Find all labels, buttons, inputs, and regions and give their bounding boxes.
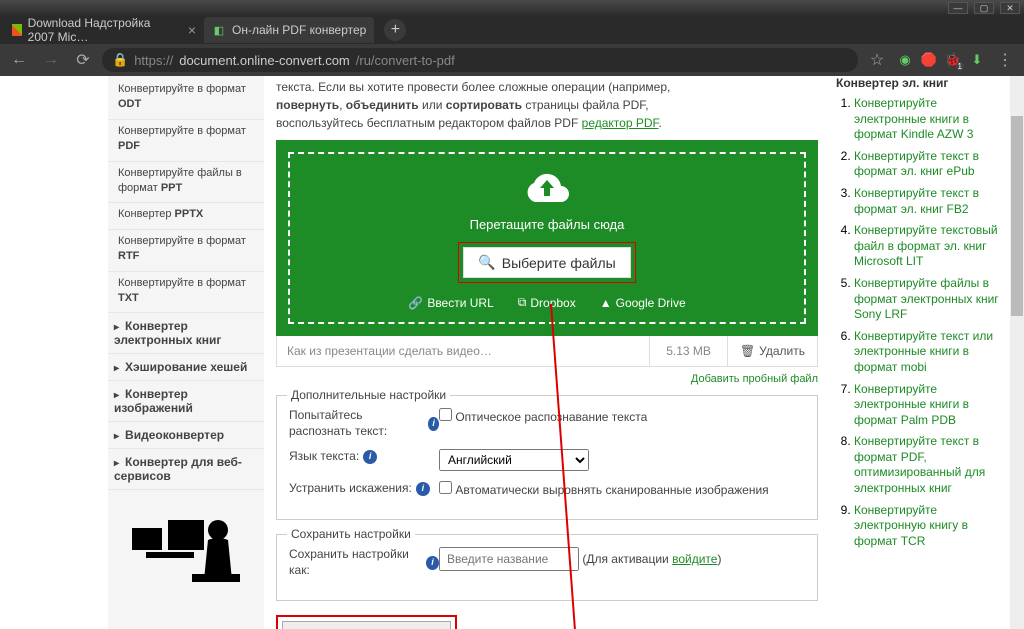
ebook-converter-link: Конвертируйте электронную книгу в формат… [854,503,1002,550]
select-files-button[interactable]: 🔍 Выберите файлы [463,247,630,278]
deskew-checkbox[interactable] [439,481,452,494]
delete-file-button[interactable]: 🗑Удалить [728,336,817,366]
save-settings-fieldset: Сохранить настройки Сохранить настройки … [276,534,818,601]
ebook-converter-link: Конвертируйте текст в формат PDF, оптими… [854,434,1002,496]
sidebar-category[interactable]: Конвертер для веб-сервисов [108,449,264,490]
menu-button[interactable]: ⋮ [992,47,1018,73]
trash-icon: 🗑 [740,344,755,358]
nav-forward-button[interactable]: → [38,47,64,73]
sidebar-category[interactable]: Видеоконвертер [108,422,264,449]
tab-bar: Download Надстройка 2007 Mic… × ◧ Он-лай… [0,16,1024,44]
save-legend: Сохранить настройки [287,527,415,541]
ext-badge: 1 [956,62,964,71]
intro-text: текста. Если вы хотите провести более сл… [276,76,818,140]
scrollbar-thumb[interactable] [1011,116,1023,316]
right-link[interactable]: Конвертируйте электронную книгу в формат… [854,503,968,548]
ebook-converter-link: Конвертируйте электронные книги в формат… [854,96,1002,143]
ebook-converter-link: Конвертируйте текстовый файл в формат эл… [854,223,1002,270]
dropbox-link[interactable]: ⧉Dropbox [518,295,576,310]
sidebar-item[interactable]: Конвертер PPTX [108,203,264,229]
upload-dropzone[interactable]: Перетащите файлы сюда 🔍 Выберите файлы 🔗… [276,140,818,336]
tab-title: Он-лайн PDF конвертер [232,23,366,37]
right-link[interactable]: Конвертируйте электронные книги в формат… [854,96,973,141]
file-name: Как из презентации сделать видео… [277,336,650,366]
gdrive-icon: ▲ [600,296,612,310]
decorative-silhouette [108,504,264,597]
sidebar-category[interactable]: Хэширование хешей [108,354,264,381]
lock-icon: 🔒 [112,52,128,68]
url-input[interactable]: 🔒 https:// document.online-convert.com/ru… [102,48,858,72]
address-bar: ← → ⟳ 🔒 https:// document.online-convert.… [0,44,1024,76]
settings-legend: Дополнительные настройки [287,388,450,402]
browser-tab-pdf-converter[interactable]: ◧ Он-лайн PDF конвертер [204,17,374,43]
right-link[interactable]: Конвертируйте текст или электронные книг… [854,329,993,374]
browser-tab-download[interactable]: Download Надстройка 2007 Mic… × [4,17,204,43]
tab-title: Download Надстройка 2007 Mic… [28,16,178,44]
right-link[interactable]: Конвертируйте электронные книги в формат… [854,382,969,427]
enter-url-link[interactable]: 🔗Ввести URL [408,295,493,310]
link-icon: 🔗 [408,296,423,310]
ebook-converter-link: Конвертируйте текст в формат эл. книг FB… [854,186,1002,217]
gdrive-link[interactable]: ▲Google Drive [600,295,686,310]
add-trial-link[interactable]: Добавить пробный файл [276,373,818,385]
window-close[interactable]: ✕ [1000,2,1020,14]
main-content: текста. Если вы хотите провести более сл… [264,76,830,629]
site-favicon-icon: ◧ [212,23,226,37]
right-link[interactable]: Конвертируйте текст в формат PDF, оптими… [854,434,985,495]
url-path: /ru/convert-to-pdf [356,53,455,68]
ebook-converter-link: Конвертируйте файлы в формат электронных… [854,276,1002,323]
info-icon[interactable]: i [426,556,439,570]
editor-link[interactable]: редактор PDF [582,116,659,130]
nav-back-button[interactable]: ← [6,47,32,73]
window-minimize[interactable]: — [948,2,968,14]
cloud-upload-icon [523,170,571,209]
uploaded-file-row: Как из презентации сделать видео… 5.13 M… [276,336,818,367]
language-select[interactable]: Английский [439,449,589,471]
settings-name-input[interactable] [439,547,579,571]
sidebar-item[interactable]: Конвертируйте в формат ODT [108,78,264,120]
ms-logo-icon [12,24,22,36]
sidebar-item[interactable]: Конвертируйте в формат TXT [108,272,264,314]
right-link[interactable]: Конвертируйте текстовый файл в формат эл… [854,223,998,268]
dropzone-label: Перетащите файлы сюда [290,217,804,232]
right-sidebar: Конвертер эл. книг Конвертируйте электро… [830,76,1008,629]
nav-reload-button[interactable]: ⟳ [70,47,96,73]
settings-fieldset: Дополнительные настройки Попытайтесь рас… [276,395,818,520]
sidebar: Конвертируйте в формат ODTКонвертируйте … [108,76,264,629]
page-scrollbar[interactable] [1010,76,1024,629]
bookmark-star-icon[interactable]: ☆ [864,47,890,73]
file-size: 5.13 MB [650,336,728,366]
window-maximize[interactable]: ▢ [974,2,994,14]
download-icon[interactable]: ⬇ [968,51,986,69]
ebook-converter-link: Конвертируйте текст в формат эл. книг eP… [854,149,1002,180]
sidebar-item[interactable]: Конвертируйте файлы в формат PPT [108,162,264,204]
search-icon: 🔍 [478,254,495,271]
right-heading: Конвертер эл. книг [836,76,1002,90]
ebook-converter-link: Конвертируйте текст или электронные книг… [854,329,1002,376]
new-tab-button[interactable]: + [384,19,406,41]
sidebar-item[interactable]: Конвертируйте в формат PDF [108,120,264,162]
adblock-icon[interactable]: 🛑 [920,51,938,69]
info-icon[interactable]: i [363,450,377,464]
right-link[interactable]: Конвертируйте текст в формат эл. книг FB… [854,186,979,216]
sidebar-category[interactable]: Конвертер изображений [108,381,264,422]
info-icon[interactable]: i [428,417,439,431]
start-convert-button[interactable]: Начать конвертирование [282,621,451,629]
tab-close-icon[interactable]: × [188,22,196,38]
sidebar-category[interactable]: Конвертер электронных книг [108,313,264,354]
extension-icon-2[interactable]: 🐞1 [944,51,962,69]
dropbox-icon: ⧉ [518,295,527,310]
ebook-converter-link: Конвертируйте электронные книги в формат… [854,382,1002,429]
url-scheme: https:// [134,53,173,68]
info-icon[interactable]: i [416,482,430,496]
extension-icon[interactable]: ◉ [896,51,914,69]
url-host: document.online-convert.com [179,53,350,68]
ocr-checkbox[interactable] [439,408,452,421]
right-link[interactable]: Конвертируйте текст в формат эл. книг eP… [854,149,979,179]
right-link[interactable]: Конвертируйте файлы в формат электронных… [854,276,999,321]
sidebar-item[interactable]: Конвертируйте в формат RTF [108,230,264,272]
login-link[interactable]: войдите [672,552,717,566]
